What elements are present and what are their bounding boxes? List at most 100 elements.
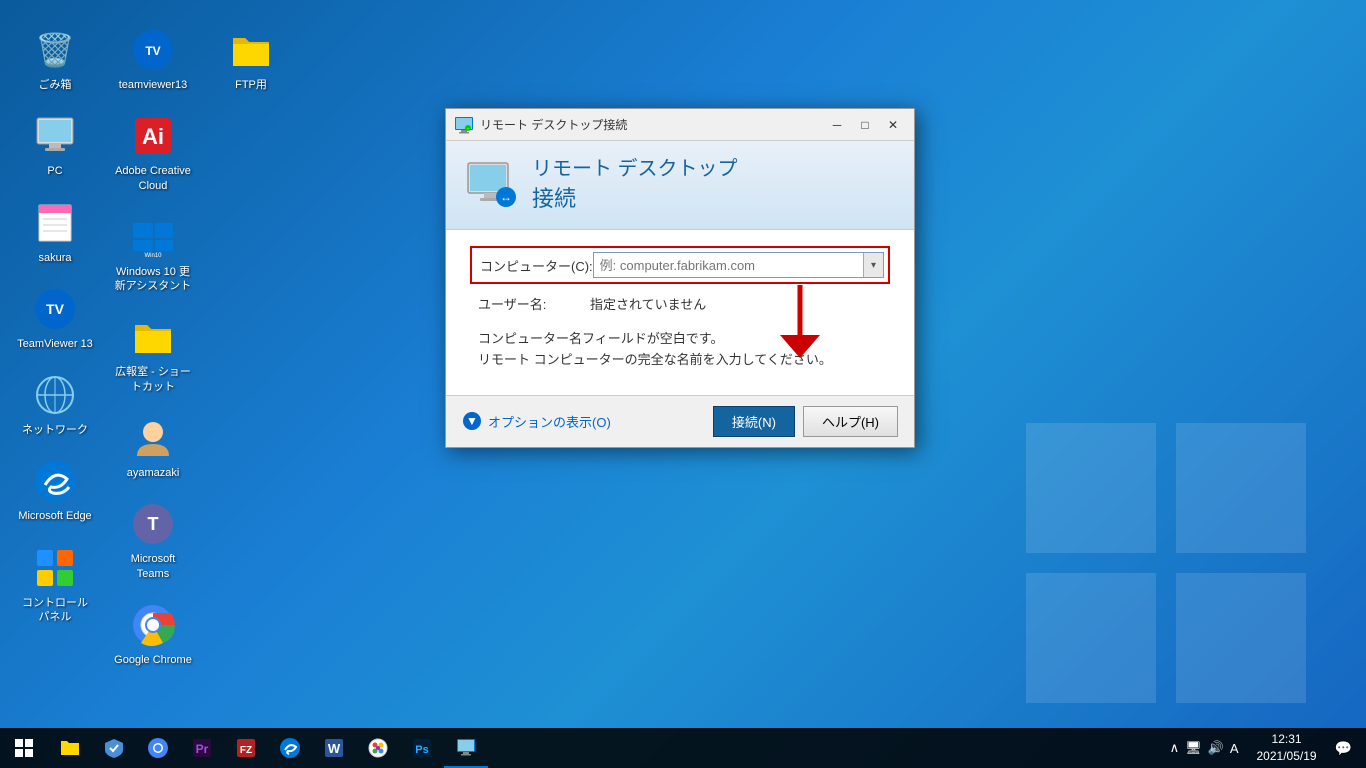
- koho-icon: [129, 313, 177, 361]
- chrome-label: Google Chrome: [114, 653, 192, 667]
- teamviewer-label: TeamViewer 13: [17, 337, 93, 351]
- rdp-titlebar-text: リモート デスクトップ接続: [480, 116, 824, 133]
- teams-icon: T: [129, 500, 177, 548]
- maximize-button[interactable]: □: [852, 113, 878, 137]
- recycle-bin-icon: 🗑️: [31, 26, 79, 74]
- svg-text:↔: ↔: [466, 125, 470, 130]
- desktop-icon-chrome[interactable]: Google Chrome: [108, 595, 198, 673]
- svg-text:FZ: FZ: [240, 745, 252, 756]
- desktop-icon-adobe-cc[interactable]: Ai Adobe Creative Cloud: [108, 106, 198, 199]
- taskbar-security[interactable]: [92, 728, 136, 768]
- close-button[interactable]: ✕: [880, 113, 906, 137]
- taskbar-paint[interactable]: [356, 728, 400, 768]
- computer-dropdown[interactable]: ▾: [863, 253, 883, 277]
- notification-icon[interactable]: 💬: [1329, 740, 1358, 757]
- chevron-up-icon[interactable]: ∧: [1170, 740, 1180, 756]
- windows-logo-icon: [15, 739, 33, 757]
- desktop-icon-recycle-bin[interactable]: 🗑️ ごみ箱: [10, 20, 100, 98]
- desktop-icon-control-panel[interactable]: コントロール パネル: [10, 538, 100, 631]
- clock-time: 12:31: [1272, 731, 1302, 748]
- taskbar-edge[interactable]: [268, 728, 312, 768]
- speaker-label: A: [1230, 741, 1239, 756]
- computer-input-wrap: ▾: [593, 252, 884, 278]
- edge-taskbar-icon: [279, 737, 301, 759]
- taskbar-explorer[interactable]: [48, 728, 92, 768]
- svg-text:TV: TV: [46, 301, 65, 317]
- win10update-label: Windows 10 更新アシスタント: [114, 265, 192, 294]
- pc-label: PC: [47, 164, 62, 178]
- username-label: ユーザー名:: [478, 294, 590, 313]
- explorer-icon: [59, 737, 81, 759]
- desktop-icon-teams[interactable]: T Microsoft Teams: [108, 494, 198, 587]
- taskbar-chrome[interactable]: [136, 728, 180, 768]
- teamviewer13-label: teamviewer13: [119, 78, 187, 92]
- taskbar-premiere[interactable]: Pr: [180, 728, 224, 768]
- options-expand[interactable]: ▼ オプションの表示(O): [462, 411, 611, 431]
- photoshop-icon: Ps: [411, 737, 433, 759]
- network-tray-icon[interactable]: 🖥: [1185, 740, 1202, 756]
- teams-label: Microsoft Teams: [114, 552, 192, 581]
- word-icon: W: [323, 737, 345, 759]
- network-label: ネットワーク: [22, 423, 88, 437]
- edge-label: Microsoft Edge: [18, 509, 91, 523]
- sakura-label: sakura: [38, 251, 71, 265]
- help-button[interactable]: ヘルプ(H): [803, 406, 898, 437]
- rdp-titlebar-icon: ↔: [454, 115, 474, 135]
- win10update-icon: Win10: [129, 213, 177, 261]
- minimize-button[interactable]: ─: [824, 113, 850, 137]
- control-panel-icon: [31, 544, 79, 592]
- desktop-icon-teamviewer[interactable]: TV TeamViewer 13: [10, 279, 100, 357]
- desktop-icon-teamviewer13[interactable]: TV teamviewer13: [108, 20, 198, 98]
- taskbar-photoshop[interactable]: Ps: [400, 728, 444, 768]
- rdp-taskbar-icon: [455, 736, 477, 758]
- desktop-icon-sakura[interactable]: sakura: [10, 193, 100, 271]
- computer-input[interactable]: [594, 255, 863, 276]
- desktop-icon-ayamazaki[interactable]: ayamazaki: [108, 408, 198, 486]
- koho-label: 広報室 - ショートカット: [114, 365, 192, 394]
- taskbar-word[interactable]: W: [312, 728, 356, 768]
- start-button[interactable]: [0, 728, 48, 768]
- options-link[interactable]: オプションの表示(O): [488, 412, 611, 431]
- teamviewer13-icon: TV: [129, 26, 177, 74]
- computer-field-row: コンピューター(C): ▾: [470, 246, 890, 284]
- expand-icon: ▼: [462, 411, 482, 431]
- rdp-warning: コンピューター名フィールドが空白です。 リモート コンピューターの完全な名前を入…: [470, 321, 890, 383]
- svg-text:Ai: Ai: [142, 124, 164, 149]
- svg-text:Win10: Win10: [144, 253, 162, 259]
- rdp-footer: ▼ オプションの表示(O) 接続(N) ヘルプ(H): [446, 395, 914, 447]
- filezilla-icon: FZ: [235, 737, 257, 759]
- network-icon: [31, 371, 79, 419]
- ayamazaki-icon: [129, 414, 177, 462]
- teamviewer-icon: TV: [31, 285, 79, 333]
- chrome-taskbar-icon: [147, 737, 169, 759]
- desktop-icon-ftp[interactable]: FTP用: [206, 20, 296, 98]
- ftp-icon: [227, 26, 275, 74]
- chrome-icon: [129, 601, 177, 649]
- rdp-header-icon: ↔: [466, 159, 518, 211]
- rdp-dialog: ↔ リモート デスクトップ接続 ─ □ ✕ ↔ リモート デスクトップ 接続: [445, 108, 915, 448]
- rdp-titlebar-buttons: ─ □ ✕: [824, 113, 906, 137]
- warning-line1: コンピューター名フィールドが空白です。: [478, 331, 723, 346]
- clock[interactable]: 12:31 2021/05/19: [1249, 731, 1325, 765]
- desktop-icon-network[interactable]: ネットワーク: [10, 365, 100, 443]
- taskbar-icons: Pr FZ W: [48, 728, 488, 768]
- adobe-cc-icon: Ai: [129, 112, 177, 160]
- rdp-header-line2: 接続: [532, 181, 738, 213]
- paint-icon: [367, 737, 389, 759]
- desktop-icon-pc[interactable]: PC: [10, 106, 100, 184]
- svg-text:T: T: [148, 514, 159, 534]
- desktop-icon-koho[interactable]: 広報室 - ショートカット: [108, 307, 198, 400]
- desktop-icon-edge[interactable]: Microsoft Edge: [10, 451, 100, 529]
- taskbar-filezilla[interactable]: FZ: [224, 728, 268, 768]
- username-value: 指定されていません: [590, 294, 706, 313]
- control-panel-label: コントロール パネル: [16, 596, 94, 625]
- adobe-cc-label: Adobe Creative Cloud: [114, 164, 192, 193]
- desktop-icon-win10update[interactable]: Win10 Windows 10 更新アシスタント: [108, 207, 198, 300]
- svg-text:W: W: [328, 741, 341, 756]
- taskbar-rdp[interactable]: [444, 728, 488, 768]
- volume-icon[interactable]: 🔊: [1208, 740, 1224, 756]
- system-icons: ∧ 🖥 🔊 A: [1164, 740, 1245, 756]
- ayamazaki-label: ayamazaki: [127, 466, 180, 480]
- warning-line2: リモート コンピューターの完全な名前を入力してください。: [478, 352, 832, 367]
- connect-button[interactable]: 接続(N): [713, 406, 795, 437]
